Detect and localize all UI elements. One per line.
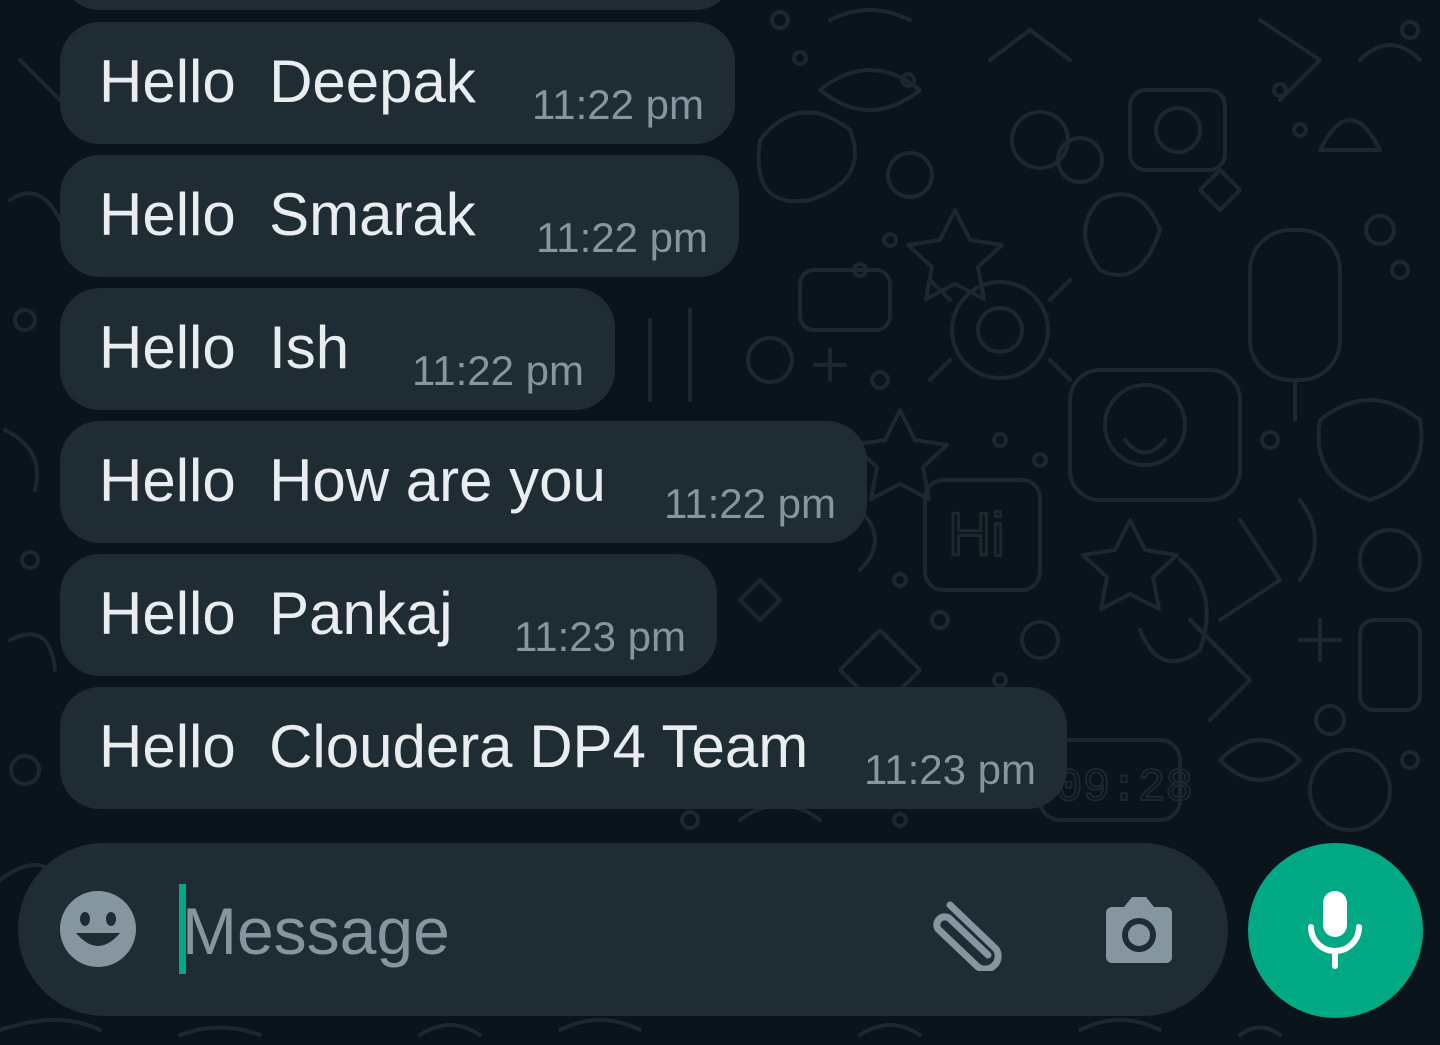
paperclip-icon	[933, 901, 1002, 973]
message-text: Hello Deepak	[99, 48, 476, 115]
message-timestamp: 11:22 pm	[536, 214, 708, 261]
message-text: Hello Ish	[99, 314, 350, 381]
emoji-smiley-icon	[60, 891, 136, 967]
message-bubble[interactable]: Hello How are you 11:22 pm	[60, 421, 867, 543]
message-timestamp: 11:22 pm	[532, 81, 704, 128]
svg-text:Hi: Hi	[948, 501, 1005, 568]
message-timestamp: 11:23 pm	[514, 613, 686, 660]
message-text: Hello How are you	[99, 447, 606, 514]
message-bubble[interactable]: Hello Cloudera DP4 Team 11:23 pm	[60, 687, 1067, 809]
camera-button[interactable]	[1098, 891, 1180, 971]
message-composer	[18, 843, 1228, 1016]
message-bubble[interactable]: Hello Pankaj 11:23 pm	[60, 554, 717, 676]
microphone-icon	[1308, 891, 1362, 969]
message-timestamp: 11:23 pm	[864, 746, 1036, 793]
message-input[interactable]	[178, 876, 902, 986]
message-text: Hello Pankaj	[99, 580, 453, 647]
message-timestamp: 11:22 pm	[412, 347, 584, 394]
message-bubble[interactable]: Hello Smarak 11:22 pm	[60, 155, 739, 277]
voice-message-button[interactable]	[1248, 843, 1423, 1018]
message-bubble[interactable]: Hello Ish 11:22 pm	[60, 288, 615, 410]
message-bubble[interactable]: Hello Deepak 11:22 pm	[60, 22, 735, 144]
message-bubble-partial	[60, 0, 735, 10]
message-timestamp: 11:22 pm	[664, 480, 836, 527]
message-text: Hello Cloudera DP4 Team	[99, 713, 809, 780]
attach-button[interactable]	[930, 891, 1016, 973]
svg-text:09:28: 09:28	[1055, 762, 1193, 814]
camera-icon	[1106, 897, 1172, 963]
message-text: Hello Smarak	[99, 181, 476, 248]
emoji-button[interactable]	[58, 889, 138, 969]
